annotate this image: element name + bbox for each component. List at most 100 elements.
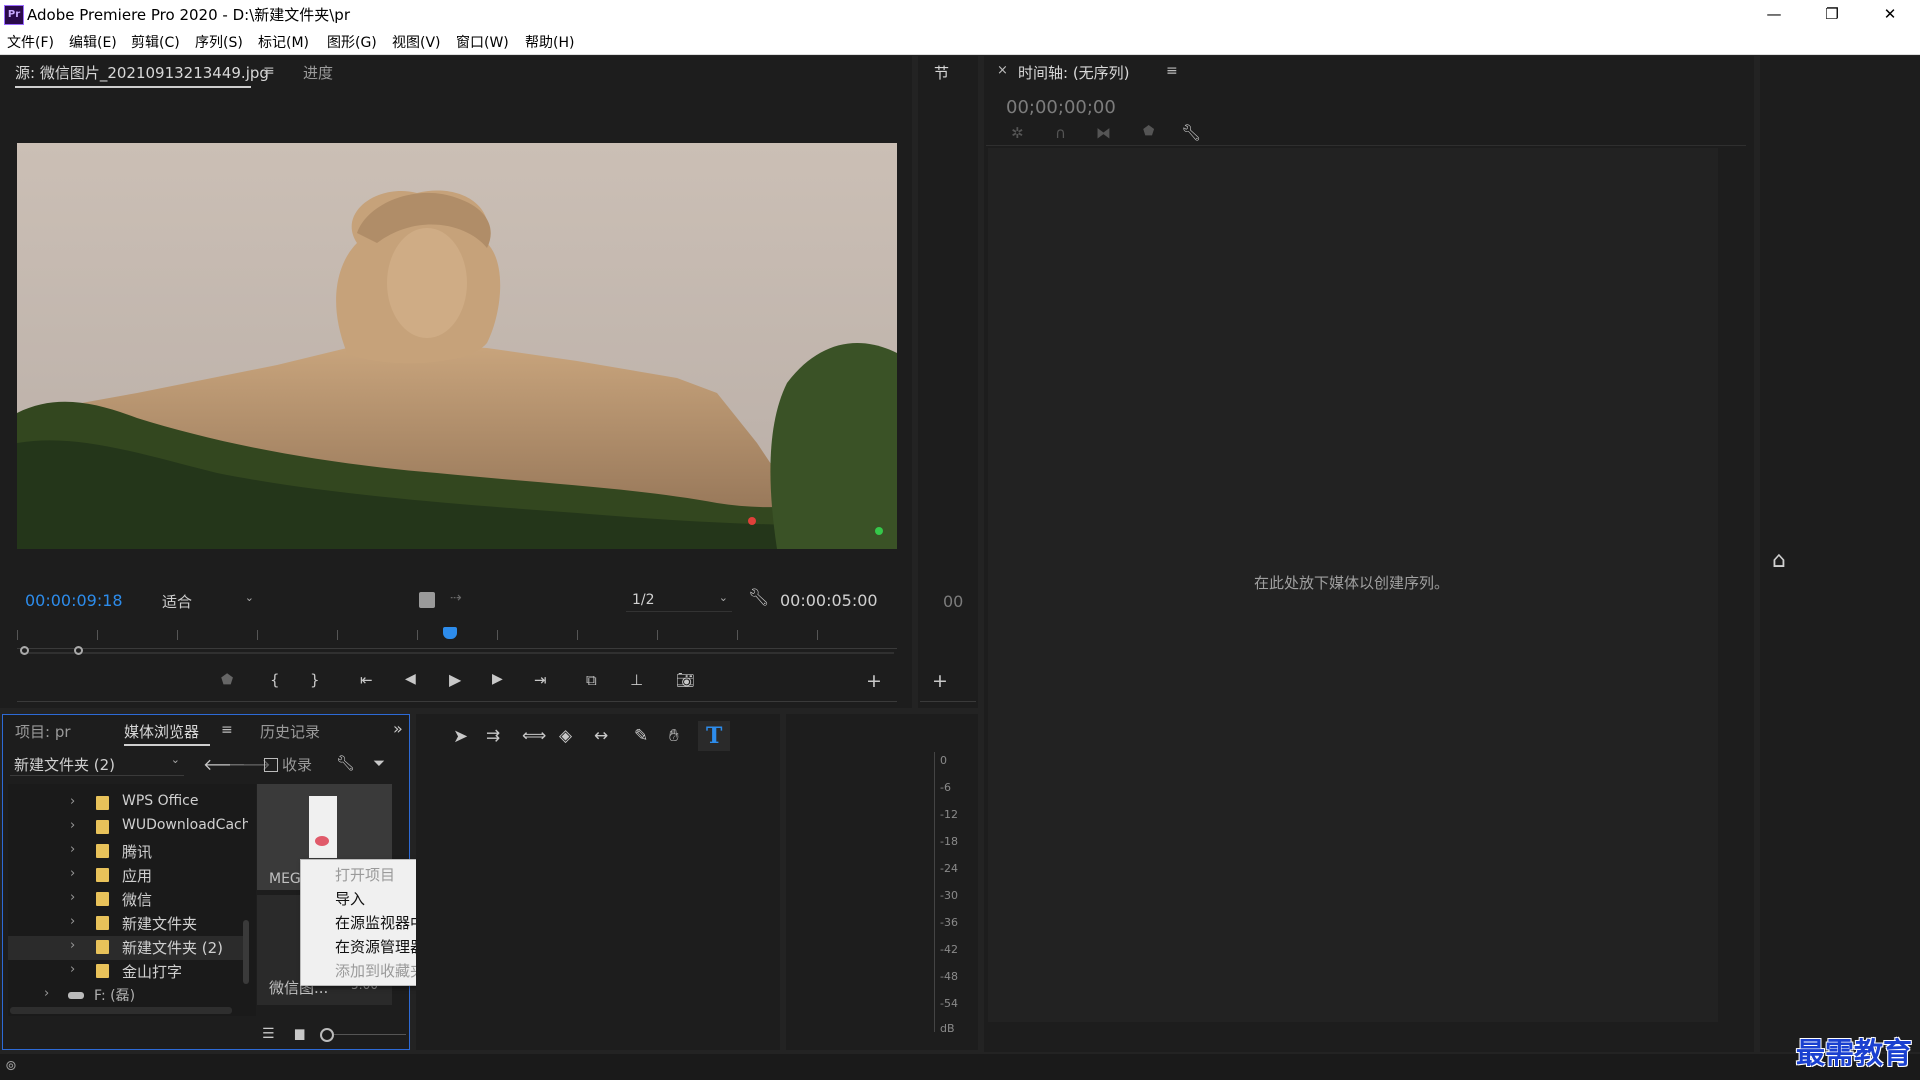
tree-item-apps[interactable]: › 应用	[8, 864, 248, 888]
chevron-right-icon[interactable]: ›	[70, 914, 75, 929]
menu-item-import[interactable]: 导入	[335, 888, 365, 909]
type-tool-button[interactable]: T	[698, 721, 730, 751]
linked-selection-icon[interactable]: ⧓	[1096, 124, 1111, 142]
panel-menu-icon[interactable]: ≡	[1166, 63, 1178, 79]
timeline-timecode[interactable]: 00;00;00;00	[1006, 97, 1116, 118]
meter-label: -42	[940, 943, 958, 956]
snap-magnet-icon[interactable]: ∩	[1055, 124, 1066, 142]
creative-cloud-icon[interactable]: ⊚	[5, 1058, 17, 1074]
menu-window[interactable]: 窗口(W)	[456, 32, 509, 52]
zoom-scrollbar[interactable]	[20, 652, 894, 654]
button-editor-add-icon[interactable]: +	[866, 670, 882, 692]
tree-item-kingsoft-typing[interactable]: › 金山打字	[8, 960, 248, 984]
overflow-chevron-icon[interactable]: »	[393, 719, 403, 738]
tree-item-new-folder-2[interactable]: › 新建文件夹 (2)	[8, 936, 248, 960]
resolution-select[interactable]: 1/2 ⌄	[626, 589, 732, 612]
track-select-tool-icon[interactable]: ⇉	[486, 726, 500, 746]
tree-item-new-folder[interactable]: › 新建文件夹	[8, 912, 248, 936]
zoom-select[interactable]: 适合 ⌄	[154, 589, 258, 611]
add-icon[interactable]: +	[932, 670, 948, 692]
mark-in-icon[interactable]: {	[270, 671, 280, 689]
go-to-out-icon[interactable]: ⇥	[534, 671, 547, 689]
chevron-right-icon[interactable]: ›	[70, 866, 75, 881]
tab-project[interactable]: 项目: pr	[15, 721, 71, 742]
tab-timeline[interactable]: 时间轴: (无序列)	[1018, 62, 1130, 83]
zoom-slider-track[interactable]	[334, 1034, 406, 1035]
zoom-slider-handle[interactable]	[320, 1028, 334, 1042]
restore-button[interactable]: ❐	[1803, 0, 1861, 28]
step-forward-icon[interactable]: ▶︎	[492, 671, 503, 687]
wrench-icon[interactable]: 🔧︎	[336, 754, 355, 772]
menu-marker[interactable]: 标记(M)	[258, 32, 309, 52]
tab-media-browser[interactable]: 媒体浏览器	[124, 721, 199, 742]
insert-icon[interactable]: ⧉	[586, 671, 597, 689]
playhead[interactable]	[443, 627, 457, 639]
play-icon[interactable]: ▶︎	[449, 670, 461, 689]
scroll-handle-left[interactable]	[20, 646, 29, 655]
chevron-right-icon[interactable]: ›	[70, 938, 75, 953]
meter-label: -54	[940, 997, 958, 1010]
tab-section[interactable]: 节	[934, 62, 949, 83]
time-ruler[interactable]	[17, 648, 897, 649]
tree-horizontal-scrollbar[interactable]	[10, 1007, 232, 1014]
folder-select[interactable]: 新建文件夹 (2) ⌄	[10, 753, 184, 776]
chevron-right-icon[interactable]: ›	[44, 986, 49, 1001]
menu-clip[interactable]: 剪辑(C)	[131, 32, 180, 52]
chevron-right-icon[interactable]: ›	[70, 818, 75, 833]
divider	[920, 701, 976, 702]
tree-item-drive-f[interactable]: › F: (磊)	[8, 984, 248, 1008]
ruler-tick	[97, 630, 98, 640]
tab-progress[interactable]: 进度	[303, 62, 333, 83]
menu-view[interactable]: 视图(V)	[392, 32, 441, 52]
filter-icon[interactable]: ⏷	[373, 754, 385, 772]
close-tab-icon[interactable]: ×	[997, 63, 1008, 78]
menu-edit[interactable]: 编辑(E)	[69, 32, 117, 52]
pen-tool-icon[interactable]: ✎	[634, 726, 648, 746]
wrench-icon[interactable]: 🔧︎	[748, 588, 770, 608]
export-frame-icon[interactable]	[419, 592, 435, 608]
close-window-button[interactable]: ✕	[1861, 0, 1919, 28]
tree-scrollbar[interactable]	[243, 920, 249, 984]
list-view-icon[interactable]: ☰	[262, 1026, 275, 1042]
menu-item-open-project[interactable]: 打开项目	[335, 864, 395, 885]
overwrite-icon[interactable]: ⊥	[630, 671, 643, 689]
chevron-right-icon[interactable]: ›	[70, 962, 75, 977]
add-marker-icon[interactable]: ⬟	[1143, 124, 1154, 139]
camera-icon[interactable]: 📷︎	[676, 671, 695, 689]
go-to-in-icon[interactable]: ⇤	[360, 671, 373, 689]
slip-tool-icon[interactable]: ↔	[594, 726, 608, 746]
scroll-handle-right[interactable]	[74, 646, 83, 655]
tab-source[interactable]: 源: 微信图片_20210913213449.jpg	[15, 62, 269, 83]
current-timecode[interactable]: 00:00:09:18	[25, 591, 123, 610]
add-marker-icon[interactable]: ⬟	[221, 672, 233, 688]
tab-history[interactable]: 历史记录	[260, 721, 320, 742]
drag-video-icon[interactable]: ⇢	[450, 590, 462, 606]
selection-tool-icon[interactable]: ➤	[453, 726, 468, 747]
favorites-checkbox[interactable]	[264, 758, 278, 772]
menu-help[interactable]: 帮助(H)	[525, 32, 574, 52]
menu-sequence[interactable]: 序列(S)	[195, 32, 243, 52]
minimize-button[interactable]: —	[1745, 0, 1803, 28]
menu-item-add-to-favorites[interactable]: 添加到收藏夹	[335, 960, 425, 981]
razor-tool-icon[interactable]: ◈	[559, 726, 572, 746]
tree-item-wudownloadcache[interactable]: › WUDownloadCache	[8, 816, 248, 840]
menu-file[interactable]: 文件(F)	[7, 32, 54, 52]
home-icon[interactable]: ⌂	[1772, 548, 1786, 573]
wrench-icon[interactable]: 🔧︎	[1181, 123, 1201, 142]
empty-timeline-message: 在此处放下媒体以创建序列。	[1254, 574, 1450, 592]
chevron-right-icon[interactable]: ›	[70, 794, 75, 809]
nest-icon[interactable]: ✲	[1011, 124, 1024, 142]
mark-out-icon[interactable]: }	[310, 671, 320, 689]
panel-menu-icon[interactable]: ≡	[221, 722, 233, 738]
chevron-right-icon[interactable]: ›	[70, 842, 75, 857]
chevron-right-icon[interactable]: ›	[70, 890, 75, 905]
tree-item-tencent[interactable]: › 腾讯	[8, 840, 248, 864]
ripple-edit-tool-icon[interactable]: ⟺	[522, 726, 546, 746]
tree-item-wechat[interactable]: › 微信	[8, 888, 248, 912]
step-back-icon[interactable]: ◀︎	[405, 671, 416, 687]
menu-graphics[interactable]: 图形(G)	[327, 32, 377, 52]
panel-menu-icon[interactable]: ≡	[263, 63, 275, 79]
icon-view-icon[interactable]: ▆	[295, 1026, 304, 1040]
tree-item-wps-office[interactable]: › WPS Office	[8, 792, 248, 816]
hand-tool-icon[interactable]: ✋︎	[669, 726, 679, 746]
